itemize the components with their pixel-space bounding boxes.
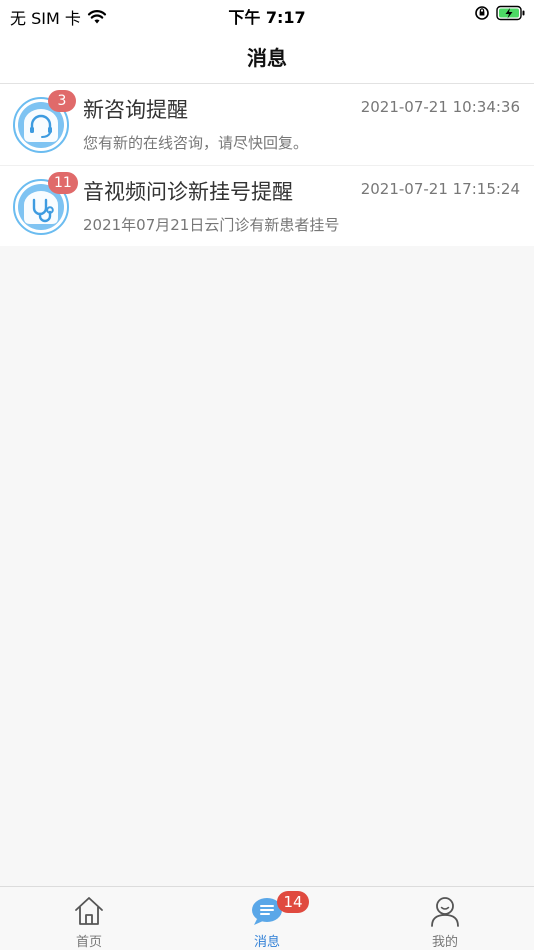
rotation-lock-icon [474,5,490,21]
status-bar: 无 SIM 卡 下午 7:17 [0,0,534,30]
tab-home[interactable]: 首页 [0,887,178,950]
tab-mine-label: 我的 [431,935,458,950]
tab-mine[interactable]: 我的 [356,887,534,950]
message-item-consult[interactable]: 3 新咨询提醒 2021-07-21 10:34:36 您有新的在线咨询，请尽快… [0,84,534,165]
page-title: 消息 [247,46,287,70]
status-time: 下午 7:17 [228,8,306,27]
tab-messages-label: 消息 [253,935,280,950]
message-title: 新咨询提醒 [83,98,188,122]
user-icon [431,897,459,927]
message-desc: 2021年07月21日云门诊有新患者挂号 [83,216,340,234]
tab-home-label: 首页 [75,935,102,950]
unread-badge: 11 [48,172,78,194]
message-time: 2021-07-21 10:34:36 [360,98,520,116]
message-item-registration[interactable]: 11 音视频问诊新挂号提醒 2021-07-21 17:15:24 2021年0… [0,165,534,246]
message-list: 3 新咨询提醒 2021-07-21 10:34:36 您有新的在线咨询，请尽快… [0,84,534,246]
tab-messages-badge: 14 [277,891,309,913]
message-desc: 您有新的在线咨询，请尽快回复。 [83,134,309,152]
battery-icon [496,5,526,21]
tab-bar: 首页 14 消息 我的 [0,886,534,950]
tab-messages[interactable]: 14 消息 [178,887,356,950]
home-icon [75,897,103,925]
message-time: 2021-07-21 17:15:24 [360,180,520,198]
nav-bar: 消息 [0,30,534,84]
message-title: 音视频问诊新挂号提醒 [83,180,293,204]
status-right [468,5,526,21]
unread-badge: 3 [48,90,76,112]
